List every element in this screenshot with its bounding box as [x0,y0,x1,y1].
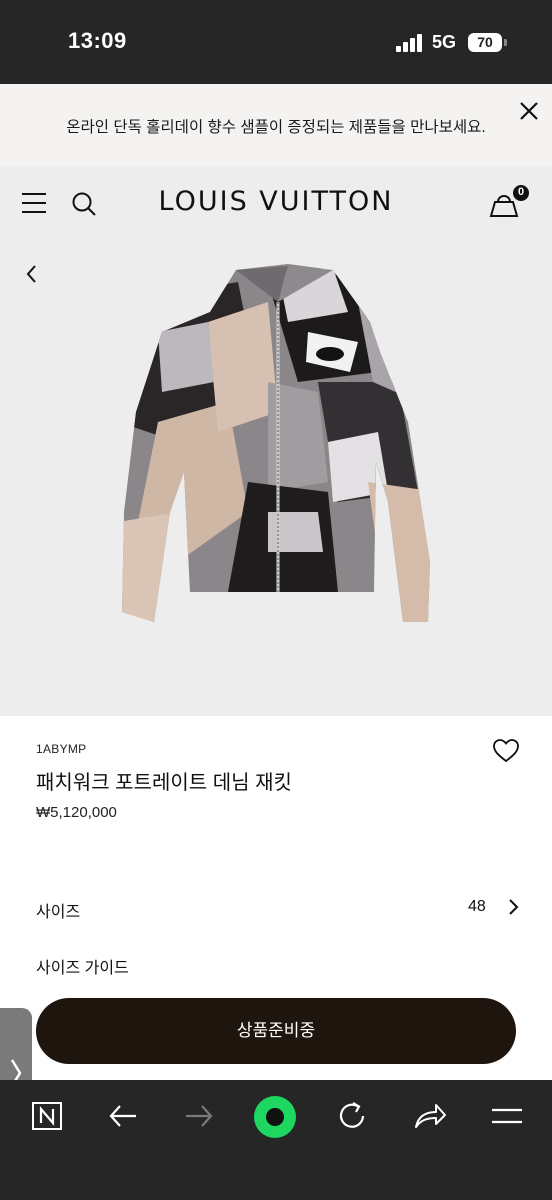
promo-banner[interactable]: 온라인 단독 홀리데이 향수 샘플이 증정되는 제품들을 만나보세요. [0,84,552,166]
network-type: 5G [432,32,457,52]
share-icon[interactable] [412,1100,448,1132]
status-time: 13:09 [68,28,127,53]
forward-arrow-icon[interactable] [182,1100,216,1132]
naver-n-icon[interactable] [30,1100,64,1132]
battery-icon: 70 [468,33,502,52]
battery-tip [504,39,507,46]
product-status-button[interactable]: 상품준비중 [36,998,516,1064]
product-price: ₩5,120,000 [36,804,117,821]
signal-icon [396,34,426,52]
brand-logo[interactable]: LOUIS VUITTON [0,186,552,217]
battery-level: 70 [477,34,493,50]
product-sku: 1ABYMP [36,742,87,756]
status-bar: 13:09 5G 70 [0,0,552,84]
heart-icon[interactable] [492,738,520,764]
refresh-icon[interactable] [336,1100,370,1132]
close-icon[interactable] [514,96,544,126]
size-value[interactable]: 48 [468,898,486,916]
size-guide-link[interactable]: 사이즈 가이드 [36,954,129,978]
product-image[interactable] [118,262,438,628]
product-title: 패치워크 포트레이트 데님 재킷 [36,772,292,794]
promo-text: 온라인 단독 홀리데이 향수 샘플이 증정되는 제품들을 만나보세요. [66,119,486,136]
size-label[interactable]: 사이즈 [36,898,80,922]
cart-count-badge: 0 [517,186,525,198]
menu-icon[interactable] [490,1102,524,1130]
back-chevron-icon[interactable] [22,262,42,286]
back-arrow-icon[interactable] [106,1100,140,1132]
chevron-right-icon[interactable] [504,896,522,918]
green-dot-icon[interactable] [252,1094,298,1140]
